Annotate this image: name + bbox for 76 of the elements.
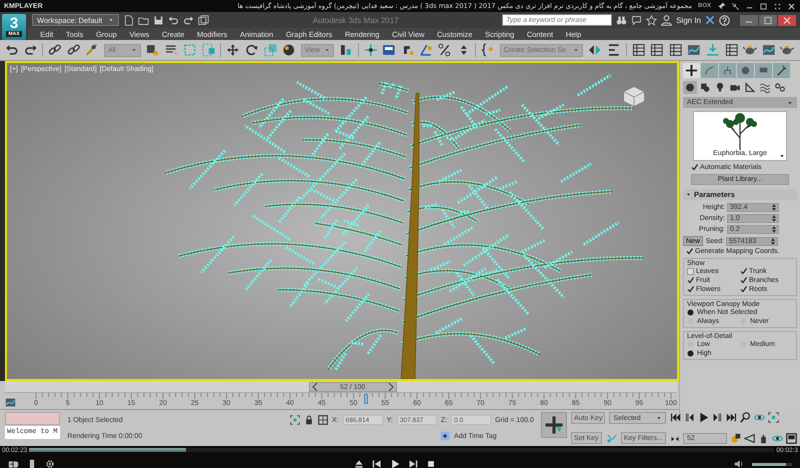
checkbox[interactable] xyxy=(740,286,747,293)
zoom-extents-icon[interactable] xyxy=(768,412,779,423)
new-file-icon[interactable] xyxy=(123,14,134,26)
plant-preview-drawing xyxy=(722,112,758,150)
eject-icon[interactable] xyxy=(354,459,364,468)
user-icon[interactable] xyxy=(661,14,672,26)
play-button[interactable] xyxy=(390,459,400,468)
undo-icon[interactable] xyxy=(168,14,180,26)
render-icon[interactable] xyxy=(780,43,794,57)
next-frame-icon[interactable] xyxy=(388,383,394,391)
spinner-icon[interactable] xyxy=(772,215,776,222)
link-icon[interactable] xyxy=(48,43,62,57)
move-icon[interactable] xyxy=(226,43,240,57)
checkbox[interactable] xyxy=(687,268,694,275)
select-object-icon[interactable] xyxy=(146,43,160,57)
script-listener-field[interactable] xyxy=(5,412,60,425)
unlink-icon[interactable] xyxy=(66,43,80,57)
x-icon[interactable] xyxy=(705,15,715,25)
speech-bubble-icon[interactable] xyxy=(631,14,642,26)
caret-icon[interactable] xyxy=(656,415,662,421)
current-frame-marker xyxy=(364,394,368,404)
restore-button[interactable] xyxy=(759,14,777,26)
go-to-start-icon[interactable] xyxy=(670,412,681,423)
previous-icon[interactable] xyxy=(372,459,382,468)
radio-button[interactable] xyxy=(687,350,694,357)
undo-icon[interactable] xyxy=(5,43,19,57)
star-icon[interactable] xyxy=(646,14,658,26)
maximize-viewport-icon[interactable] xyxy=(786,433,797,444)
curve-editor-icon[interactable] xyxy=(5,397,16,408)
radio-button[interactable] xyxy=(687,309,694,316)
go-to-end-icon[interactable] xyxy=(726,412,737,423)
grip-icon[interactable] xyxy=(773,2,782,10)
collapse-icon[interactable] xyxy=(686,192,691,197)
checkbox[interactable] xyxy=(691,164,698,171)
percent-snap-icon[interactable] xyxy=(438,43,452,57)
binoculars-icon[interactable] xyxy=(616,14,628,26)
stop-button[interactable] xyxy=(426,459,436,468)
checkbox[interactable] xyxy=(740,277,747,284)
redo-icon[interactable] xyxy=(24,43,38,57)
time-ruler[interactable] xyxy=(36,393,671,400)
close-button[interactable] xyxy=(778,14,796,26)
volume-icon[interactable] xyxy=(734,459,744,468)
spinner-icon[interactable] xyxy=(772,226,776,233)
viewcube-icon[interactable] xyxy=(621,85,647,107)
help-icon[interactable] xyxy=(719,14,730,26)
checkbox[interactable] xyxy=(686,248,693,255)
spinner-icon[interactable] xyxy=(772,204,776,211)
close-button[interactable] xyxy=(787,2,796,10)
restore-button[interactable] xyxy=(759,2,768,10)
caret-icon[interactable] xyxy=(779,153,785,159)
align-icon[interactable] xyxy=(607,43,621,57)
minimize-button[interactable] xyxy=(740,14,758,26)
checkbox[interactable] xyxy=(687,277,694,284)
spinner-icon[interactable] xyxy=(771,238,776,244)
previous-frame-icon[interactable] xyxy=(312,383,318,391)
checkbox[interactable] xyxy=(687,286,694,293)
time-tag-icon[interactable] xyxy=(440,431,450,441)
next-frame-icon[interactable] xyxy=(712,412,723,423)
next-icon[interactable] xyxy=(408,459,418,468)
sign-in-link[interactable]: Sign In xyxy=(676,16,701,24)
field-of-view-icon[interactable] xyxy=(744,433,755,444)
pin-icon[interactable] xyxy=(717,2,726,10)
checkbox[interactable] xyxy=(740,268,747,275)
save-icon[interactable] xyxy=(153,14,164,26)
rotate-icon[interactable] xyxy=(245,43,259,57)
curve-editor-icon[interactable] xyxy=(687,43,701,57)
volume-slider[interactable] xyxy=(752,462,786,466)
gear-icon[interactable] xyxy=(45,459,55,468)
lock-icon[interactable] xyxy=(304,415,314,425)
document-title: Autodesk 3ds Max 2017 xyxy=(312,16,400,24)
previous-frame-icon[interactable] xyxy=(684,412,695,423)
select-by-name-icon[interactable] xyxy=(164,43,178,57)
zoom-icon[interactable] xyxy=(740,412,751,423)
mirror-icon[interactable] xyxy=(588,43,602,57)
angle-snap-icon[interactable] xyxy=(419,43,433,57)
redo-icon[interactable] xyxy=(183,14,194,26)
